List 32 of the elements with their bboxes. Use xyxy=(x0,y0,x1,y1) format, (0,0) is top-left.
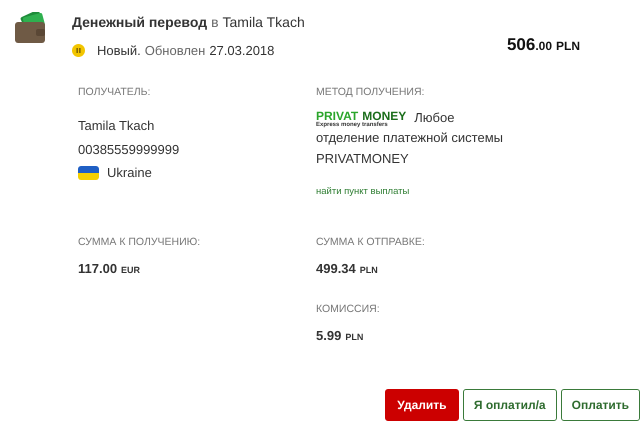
amount-value: 5.99 xyxy=(316,326,342,345)
total-amount: 506 xyxy=(506,34,536,56)
recipient-name: Tamila Tkach xyxy=(78,117,156,136)
updated-label: Обновлен xyxy=(144,42,206,60)
title-preposition: в xyxy=(211,13,219,32)
payout-link[interactable]: найти пункт выплаты xyxy=(316,184,566,199)
flag-icon xyxy=(78,166,99,180)
country-name: Ukraine xyxy=(107,164,152,182)
updated-date: 27.03.2018 xyxy=(209,42,274,60)
action-button[interactable]: Оплатить xyxy=(560,389,640,421)
total-fraction: .00 xyxy=(535,38,552,55)
phone-number: 00385559999999 xyxy=(78,140,180,159)
status-text: Новый. xyxy=(97,42,141,60)
action-button[interactable]: Я оплатил/а xyxy=(462,389,557,421)
method-description: Любое xyxy=(414,110,454,126)
section-label: МЕТОД ПОЛУЧЕНИЯ: xyxy=(316,84,426,100)
delete-button[interactable]: Удалить xyxy=(384,389,459,421)
amount-label: КОМИССИЯ: xyxy=(316,302,381,318)
amount-label: СУММА К ПОЛУЧЕНИЮ: xyxy=(78,234,202,250)
title-text: Денежный перевод xyxy=(72,13,208,32)
section-label: ПОЛУЧАТЕЛЬ: xyxy=(78,84,152,100)
currency-code: EUR xyxy=(121,264,140,277)
total-currency: PLN xyxy=(556,38,580,55)
amount-value: 499.34 xyxy=(316,260,356,278)
currency-code: PLN xyxy=(345,330,364,344)
currency-code: PLN xyxy=(360,264,378,277)
recipient-name: Tamila Tkach xyxy=(222,13,305,32)
method-description: отделение платежной системы PRIVATMONEY xyxy=(316,129,504,168)
amount-value: 117.00 xyxy=(78,260,118,278)
amount-label: СУММА К ОТПРАВКЕ: xyxy=(316,234,425,250)
pause-icon xyxy=(72,44,85,58)
wallet-icon xyxy=(12,12,48,44)
